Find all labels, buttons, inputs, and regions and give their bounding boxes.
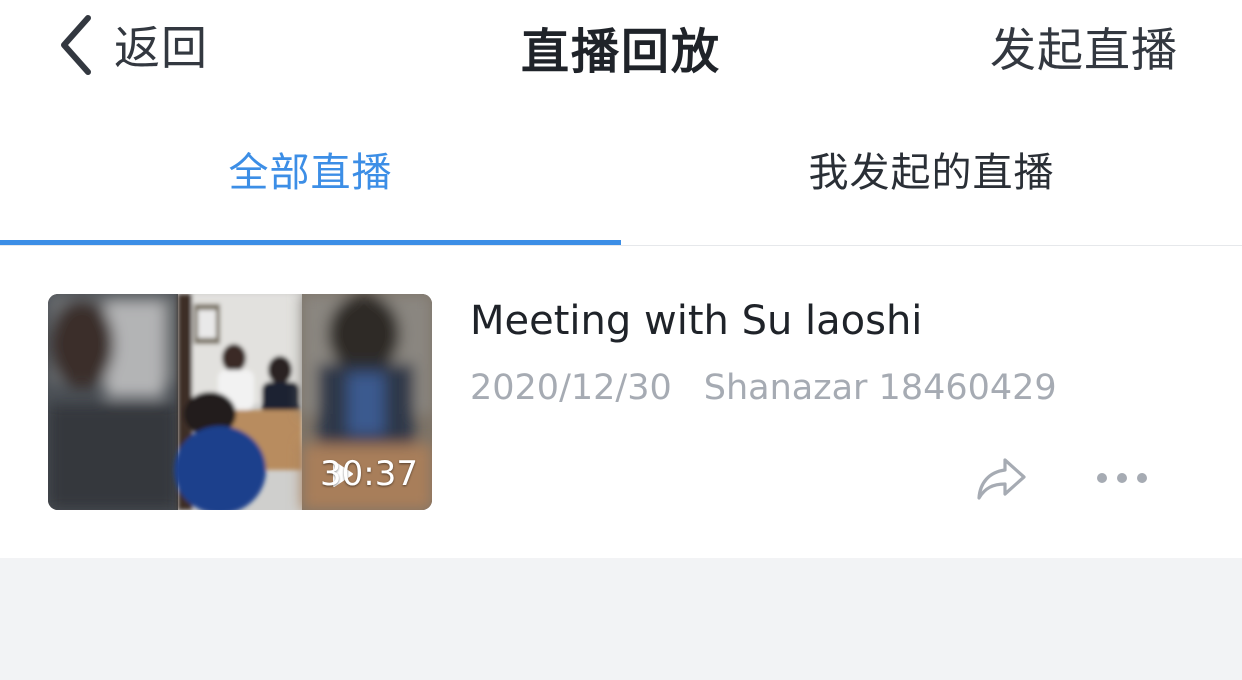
nav-bar: 返回 直播回放 发起直播 (0, 0, 1242, 92)
recording-title[interactable]: Meeting with Su laoshi (470, 298, 922, 344)
live-playback-page: 返回 直播回放 发起直播 全部直播 我发起的直播 30:37 Meeting w… (0, 0, 1242, 680)
active-tab-indicator (0, 240, 621, 245)
recording-meta: 2020/12/30 Shanazar 18460429 (470, 368, 1057, 408)
list-empty-area (0, 558, 1242, 680)
tab-bar: 全部直播 我发起的直播 (0, 92, 1242, 246)
recording-owner: Shanazar 18460429 (703, 368, 1057, 408)
recording-list: 30:37 Meeting with Su laoshi 2020/12/30 … (0, 246, 1242, 558)
video-duration: 30:37 (320, 454, 418, 494)
tab-all-live[interactable]: 全部直播 (0, 92, 621, 245)
start-live-button[interactable]: 发起直播 (990, 14, 1178, 80)
share-icon[interactable] (974, 454, 1030, 504)
recording-date: 2020/12/30 (470, 368, 672, 408)
tab-my-live[interactable]: 我发起的直播 (621, 92, 1242, 245)
list-item[interactable]: 30:37 Meeting with Su laoshi 2020/12/30 … (0, 246, 1242, 558)
video-thumbnail[interactable]: 30:37 (48, 294, 432, 510)
more-dots-icon[interactable] (1094, 470, 1150, 486)
